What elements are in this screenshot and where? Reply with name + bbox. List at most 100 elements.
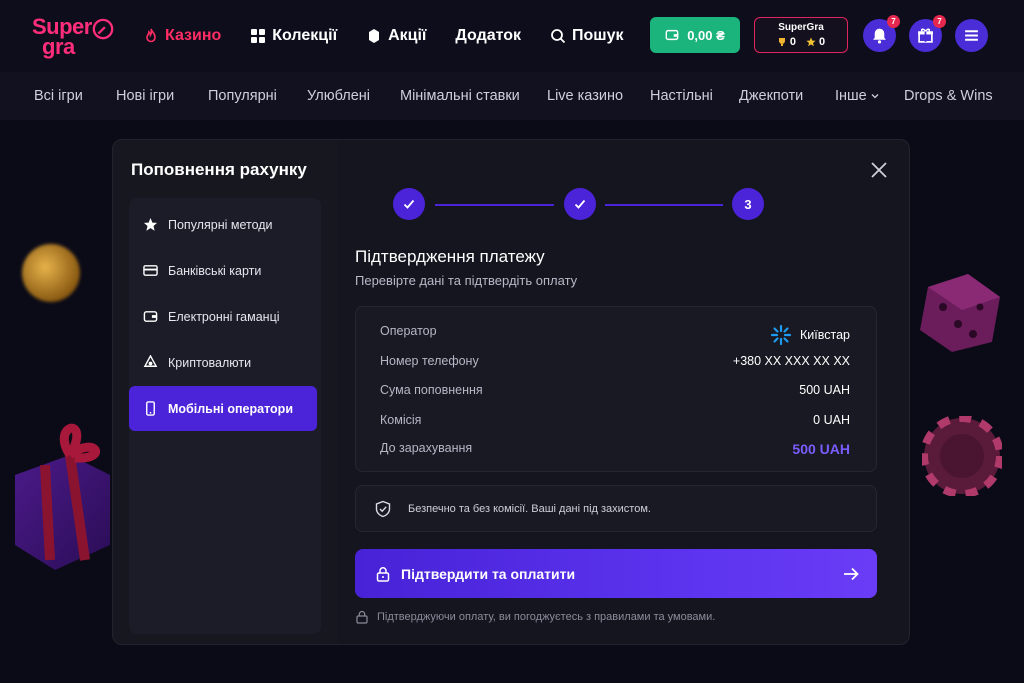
category-new-games[interactable]: Нові ігри (116, 88, 174, 104)
nav-casino-label: Казино (165, 27, 222, 44)
method-bank-cards-label: Банківські карти (168, 263, 262, 278)
commission-value: 0 UAH (813, 413, 850, 427)
gifts-button[interactable]: 7 (909, 15, 946, 52)
supergra-title: SuperGra (778, 22, 824, 33)
nav-search-label: Пошук (572, 27, 624, 44)
category-min-bets[interactable]: Мінімальні ставки (400, 88, 520, 104)
security-text: Безпечно та без комісії. Ваші дані під з… (408, 502, 651, 515)
payment-summary: Оператор Київстар Номер телефону +380 XX… (355, 306, 877, 472)
summary-row-operator: Оператор Київстар (380, 324, 850, 346)
method-popular[interactable]: Популярні методи (129, 202, 321, 247)
category-live-casino[interactable]: Live казино (547, 88, 623, 104)
payment-methods-list: Популярні методи Банківські карти Електр… (129, 198, 321, 634)
bell-icon (873, 28, 886, 44)
amount-key: Сума поповнення (380, 383, 483, 397)
method-mobile-operators-label: Мобільні оператори (168, 401, 293, 416)
method-bank-cards[interactable]: Банківські карти (129, 248, 321, 293)
notifications-badge: 7 (887, 15, 900, 28)
section-title: Підтвердження платежу (355, 247, 545, 266)
gift-icon (369, 29, 380, 43)
flame-icon (146, 28, 156, 43)
balance-button[interactable]: 0,00 ₴ (650, 17, 740, 53)
phone-key: Номер телефону (380, 354, 479, 368)
method-mobile-operators[interactable]: Мобільні оператори (129, 386, 317, 431)
nav-promotions[interactable]: Акції (366, 27, 426, 45)
poker-chip-decoration (922, 416, 1002, 496)
gift-box-icon (918, 28, 933, 43)
total-value: 500 UAH (792, 441, 850, 457)
notifications-button[interactable]: 7 (863, 15, 900, 52)
crypto-icon (143, 355, 158, 367)
category-other-label: Інше (835, 88, 867, 104)
modal-sidebar: Поповнення рахунку Популярні методи Банк… (113, 140, 338, 644)
category-popular[interactable]: Популярні (208, 88, 277, 104)
step-1-completed (393, 188, 425, 220)
nav-collections[interactable]: Колекції (250, 27, 337, 45)
logo-bottom: gra (42, 34, 75, 59)
star-icon (806, 37, 816, 47)
section-subtitle: Перевірте дані та підтвердіть оплату (355, 273, 578, 288)
commission-key: Комісія (380, 413, 422, 427)
amount-value: 500 UAH (799, 383, 850, 397)
menu-button[interactable] (955, 19, 988, 52)
top-header: Super gra Казино Колекції Акції Додаток … (0, 0, 1024, 72)
wallet-icon (143, 311, 158, 322)
check-icon (574, 199, 586, 209)
arrow-right-icon (844, 567, 859, 581)
nav-app[interactable]: Додаток (455, 27, 521, 45)
lock-icon (376, 566, 390, 582)
balance-value: 0,00 ₴ (687, 27, 725, 43)
supergra-loyalty[interactable]: SuperGra 0 0 (754, 17, 848, 53)
confirm-pay-button[interactable]: Підтвердити та оплатити (355, 549, 877, 598)
gifts-badge: 7 (933, 15, 946, 28)
summary-row-commission: Комісія 0 UAH (380, 413, 850, 427)
star-icon (143, 217, 158, 231)
check-icon (403, 199, 415, 209)
total-key: До зарахування (380, 441, 473, 455)
logo[interactable]: Super gra (32, 14, 122, 59)
grid-icon (251, 29, 266, 43)
category-bar: Всі ігри Нові ігри Популярні Улюблені Мі… (0, 72, 1024, 120)
confirm-pay-label: Підтвердити та оплатити (401, 565, 576, 582)
method-popular-label: Популярні методи (168, 217, 273, 232)
wallet-icon (665, 29, 679, 41)
summary-row-amount: Сума поповнення 500 UAH (380, 383, 850, 397)
main-nav: Казино Колекції Акції Додаток Пошук (143, 0, 653, 72)
nav-search[interactable]: Пошук (550, 27, 624, 45)
category-jackpots[interactable]: Джекпоти (739, 88, 803, 104)
operator-value: Київстар (770, 324, 850, 346)
gift-box-decoration (15, 423, 110, 570)
deposit-modal: Поповнення рахунку Популярні методи Банк… (112, 139, 910, 645)
hamburger-icon (965, 30, 978, 41)
nav-casino[interactable]: Казино (143, 27, 221, 45)
method-e-wallets-label: Електронні гаманці (168, 309, 280, 324)
lock-icon (356, 610, 368, 624)
step-2-completed (564, 188, 596, 220)
step-connector-2 (605, 204, 723, 206)
operator-key: Оператор (380, 324, 437, 338)
modal-title: Поповнення рахунку (131, 160, 307, 179)
step-3-label: 3 (744, 196, 752, 212)
category-drops-wins[interactable]: Drops & Wins (904, 88, 993, 104)
terms-text: Підтверджуючи оплату, ви погоджуєтесь з … (377, 611, 716, 623)
category-other[interactable]: Інше (835, 88, 879, 104)
operator-name: Київстар (800, 328, 850, 342)
phone-icon (146, 401, 155, 416)
search-icon (551, 29, 566, 44)
trophy-icon (778, 38, 785, 46)
card-icon (143, 265, 158, 276)
phone-value: +380 XX XXX XX XX (732, 354, 850, 368)
method-crypto-label: Криптовалюти (168, 355, 252, 370)
method-crypto[interactable]: Криптовалюти (129, 340, 321, 385)
category-favorites[interactable]: Улюблені (307, 88, 370, 104)
category-table-games[interactable]: Настільні (650, 88, 713, 104)
category-all-games[interactable]: Всі ігри (34, 88, 83, 104)
nav-promotions-label: Акції (388, 27, 427, 44)
method-e-wallets[interactable]: Електронні гаманці (129, 294, 321, 339)
dice-decoration (920, 274, 1000, 352)
terms-notice: Підтверджуючи оплату, ви погоджуєтесь з … (355, 610, 715, 624)
step-connector-1 (435, 204, 554, 206)
trophies-count: 0 (789, 36, 796, 48)
close-icon[interactable] (869, 160, 889, 180)
shield-check-icon (375, 500, 391, 517)
